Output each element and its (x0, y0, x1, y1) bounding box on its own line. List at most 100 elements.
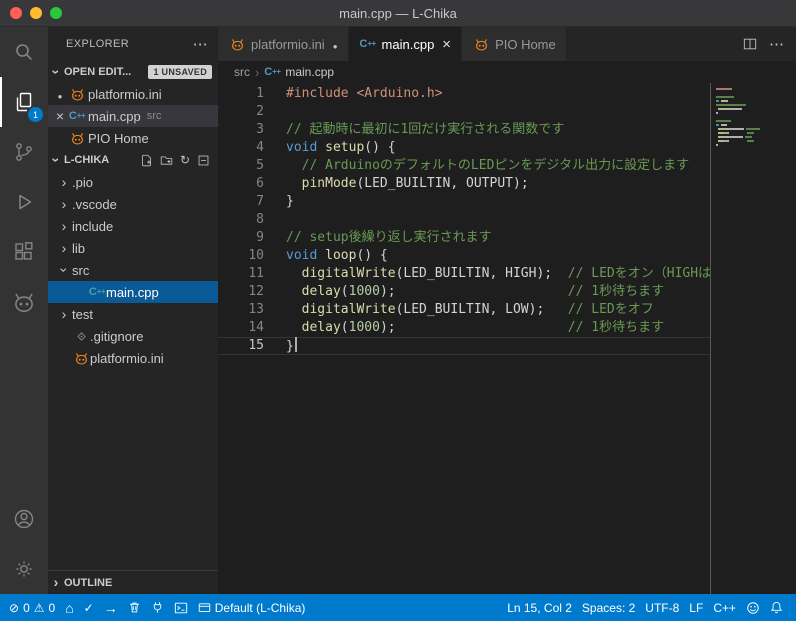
tree-item-vscode[interactable]: .vscode (48, 193, 218, 215)
terminal-button[interactable] (169, 594, 193, 621)
code-line-11[interactable]: 11 digitalWrite(LED_BUILTIN, HIGH); // L… (218, 265, 710, 283)
code-line-12[interactable]: 12 delay(1000); // 1秒待ちます (218, 283, 710, 301)
platformio-file-icon (472, 37, 490, 52)
outline-header[interactable]: OUTLINE (48, 570, 218, 594)
code-line-7[interactable]: 7} (218, 193, 710, 211)
code-line-5[interactable]: 5 // ArduinoのデフォルトのLEDピンをデジタル出力に設定します (218, 157, 710, 175)
open-editor-main-cpp[interactable]: C++main.cppsrc (48, 105, 218, 127)
new-file-icon[interactable] (140, 154, 153, 167)
close-icon[interactable] (52, 108, 68, 124)
open-editor-detail: src (147, 110, 162, 122)
tree-item-platformio-ini[interactable]: platformio.ini (48, 347, 218, 369)
tab-platformio-ini[interactable]: platformio.ini (218, 27, 349, 61)
split-editor-icon[interactable] (743, 37, 757, 51)
tab-main-cpp[interactable]: C++ main.cpp (349, 27, 463, 61)
pio-home-button[interactable]: ⌂ (60, 594, 78, 621)
tab-label: PIO Home (495, 37, 556, 52)
breadcrumb: src › C++ main.cpp (218, 61, 796, 83)
encoding[interactable]: UTF-8 (640, 594, 684, 621)
cursor-position[interactable]: Ln 15, Col 2 (502, 594, 577, 621)
tab-pio-home[interactable]: PIO Home (462, 27, 567, 61)
code-line-3[interactable]: 3// 起動時に最初に1回だけ実行される関数です (218, 121, 710, 139)
activity-bar-spacer (0, 327, 48, 494)
breadcrumb-item-main-cpp[interactable]: main.cpp (285, 65, 334, 79)
line-number: 8 (218, 211, 264, 229)
tree-item-main-cpp[interactable]: C++main.cpp (48, 281, 218, 303)
explorer-icon[interactable]: 1 (0, 77, 48, 127)
line-number: 3 (218, 121, 264, 139)
project-env-icon (198, 601, 211, 614)
tree-item-lib[interactable]: lib (48, 237, 218, 259)
source-control-icon[interactable] (0, 127, 48, 177)
pio-build-button[interactable]: ✓ (79, 594, 99, 621)
pio-clean-button[interactable] (123, 594, 146, 621)
tree-item-gitignore[interactable]: .gitignore (48, 325, 218, 347)
line-number: 2 (218, 103, 264, 121)
tree-item-label: test (72, 307, 93, 322)
code-line-14[interactable]: 14 delay(1000); // 1秒待ちます (218, 319, 710, 337)
tree-item-label: main.cpp (106, 285, 159, 300)
code-line-4[interactable]: 4void setup() { (218, 139, 710, 157)
open-editors-header[interactable]: OPEN EDIT... 1 UNSAVED (48, 61, 218, 83)
tree-item-test[interactable]: test (48, 303, 218, 325)
code-line-9[interactable]: 9// setup後繰り返し実行されます (218, 229, 710, 247)
chevron-right-icon (56, 241, 72, 256)
code-text (264, 103, 286, 121)
cpp-file-icon: C++ (359, 39, 377, 50)
problems-indicator[interactable]: ⊘ 0 ⚠ 0 (4, 594, 60, 621)
line-number: 10 (218, 247, 264, 265)
open-editor-label: PIO Home (88, 131, 149, 146)
close-tab-icon[interactable] (439, 36, 451, 53)
open-editor-pio-home[interactable]: PIO Home (48, 127, 218, 149)
line-number: 14 (218, 319, 264, 337)
code-line-10[interactable]: 10void loop() { (218, 247, 710, 265)
line-number: 9 (218, 229, 264, 247)
extensions-icon[interactable] (0, 227, 48, 277)
chevron-down-icon (48, 65, 64, 80)
run-debug-icon[interactable] (0, 177, 48, 227)
account-icon[interactable] (0, 494, 48, 544)
pio-upload-button[interactable]: → (99, 594, 123, 621)
collapse-all-icon[interactable] (197, 154, 210, 167)
code-line-6[interactable]: 6 pinMode(LED_BUILTIN, OUTPUT); (218, 175, 710, 193)
explorer-sidebar: EXPLORER ⋯ OPEN EDIT... 1 UNSAVED platfo… (48, 27, 218, 594)
zoom-window-button[interactable] (50, 7, 62, 19)
language-mode[interactable]: C++ (708, 594, 741, 621)
platformio-file-icon (228, 37, 246, 52)
refresh-icon[interactable]: ↻ (180, 153, 190, 167)
warnings-icon: ⚠ (34, 602, 45, 614)
more-actions-icon[interactable]: ⋯ (769, 37, 784, 52)
code-line-15[interactable]: 15} (218, 337, 710, 355)
notifications-bell-icon[interactable] (765, 594, 788, 621)
sidebar-more-actions-icon[interactable]: ⋯ (193, 37, 208, 52)
open-editor-platformio-ini[interactable]: platformio.ini (48, 83, 218, 105)
tab-label: platformio.ini (251, 37, 325, 52)
code-line-1[interactable]: 1#include <Arduino.h> (218, 85, 710, 103)
line-number: 6 (218, 175, 264, 193)
minimize-window-button[interactable] (30, 7, 42, 19)
tree-item-pio[interactable]: .pio (48, 171, 218, 193)
tree-item-src[interactable]: src (48, 259, 218, 281)
minimap[interactable] (710, 83, 796, 594)
new-folder-icon[interactable] (160, 154, 173, 167)
serial-monitor-button[interactable] (146, 594, 169, 621)
eol-indicator[interactable]: LF (684, 594, 708, 621)
search-icon[interactable] (0, 27, 48, 77)
platformio-icon[interactable] (0, 277, 48, 327)
project-header[interactable]: L-CHIKA ↻ (48, 149, 218, 171)
close-window-button[interactable] (10, 7, 22, 19)
settings-gear-icon[interactable] (0, 544, 48, 594)
code-line-2[interactable]: 2 (218, 103, 710, 121)
code-text: delay(1000); // 1秒待ちます (264, 283, 664, 301)
unsaved-badge: 1 UNSAVED (148, 65, 212, 79)
code-line-13[interactable]: 13 digitalWrite(LED_BUILTIN, LOW); // LE… (218, 301, 710, 319)
code-line-8[interactable]: 8 (218, 211, 710, 229)
project-env-selector[interactable]: Default (L-Chika) (193, 594, 311, 621)
indentation[interactable]: Spaces: 2 (577, 594, 640, 621)
feedback-icon[interactable] (741, 594, 765, 621)
line-number: 1 (218, 85, 264, 103)
code-area[interactable]: 1#include <Arduino.h>23// 起動時に最初に1回だけ実行さ… (218, 83, 710, 594)
breadcrumb-item-src[interactable]: src (234, 65, 250, 79)
tree-item-include[interactable]: include (48, 215, 218, 237)
status-bar: ⊘ 0 ⚠ 0 ⌂ ✓ → Default (L-Chika) Ln 15, C… (0, 594, 796, 621)
